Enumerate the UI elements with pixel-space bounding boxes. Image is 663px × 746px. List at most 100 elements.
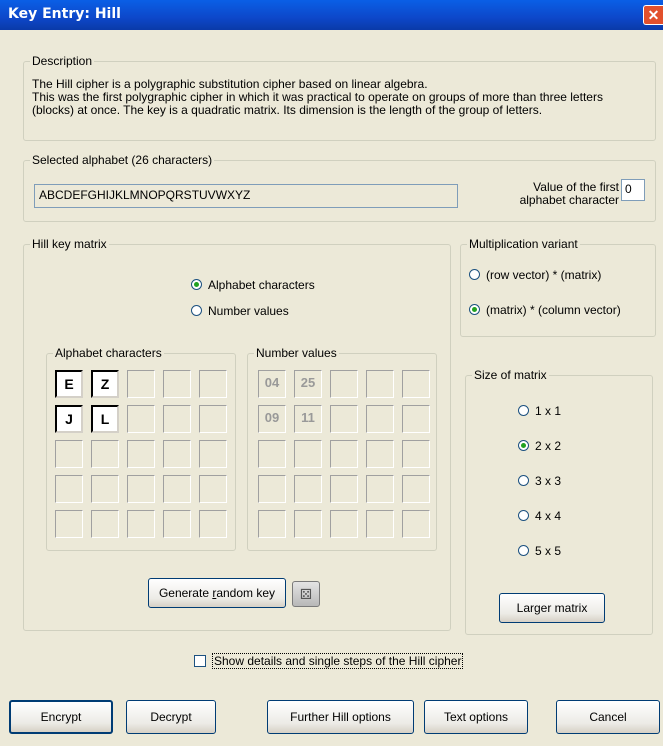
char-cell[interactable] <box>199 475 227 503</box>
char-cell[interactable] <box>127 440 155 468</box>
alphabet-group: Selected alphabet (26 characters) ABCDEF… <box>23 153 656 222</box>
radio-size-4x4[interactable]: 4 x 4 <box>518 509 561 523</box>
close-icon[interactable]: ✕ <box>643 5 663 25</box>
char-cell[interactable] <box>91 510 119 538</box>
dice-icon[interactable]: ⚄ <box>292 581 320 607</box>
further-options-button[interactable]: Further Hill options <box>267 700 414 734</box>
radio-button[interactable] <box>518 475 529 486</box>
number-cell <box>258 510 286 538</box>
char-cell[interactable] <box>127 405 155 433</box>
multiplication-group: Multiplication variant (row vector) * (m… <box>460 237 656 337</box>
char-cell[interactable] <box>91 475 119 503</box>
char-cell[interactable] <box>55 510 83 538</box>
radio-size-2x2[interactable]: 2 x 2 <box>518 439 561 453</box>
radio-button[interactable] <box>518 510 529 521</box>
char-cell[interactable] <box>55 440 83 468</box>
radio-alphabet-characters[interactable]: Alphabet characters <box>191 278 315 292</box>
radio-button[interactable] <box>518 545 529 556</box>
number-cell <box>366 475 394 503</box>
char-cell[interactable]: J <box>55 405 83 433</box>
radio-button[interactable] <box>518 440 529 451</box>
radio-size-1x1[interactable]: 1 x 1 <box>518 404 561 418</box>
char-cell[interactable] <box>163 475 191 503</box>
multiplication-legend: Multiplication variant <box>467 237 580 251</box>
text-options-button[interactable]: Text options <box>424 700 528 734</box>
show-details-checkbox[interactable]: Show details and single steps of the Hil… <box>194 653 464 669</box>
show-details-label: Show details and single steps of the Hil… <box>212 653 464 669</box>
decrypt-button[interactable]: Decrypt <box>126 700 216 734</box>
char-cell[interactable] <box>127 370 155 398</box>
number-cell <box>366 510 394 538</box>
key-matrix-legend: Hill key matrix <box>30 237 109 251</box>
cancel-button[interactable]: Cancel <box>556 700 660 734</box>
number-cell: 04 <box>258 370 286 398</box>
radio-button[interactable] <box>469 269 480 280</box>
number-cell <box>330 370 358 398</box>
char-cell[interactable] <box>163 405 191 433</box>
number-cell <box>294 475 322 503</box>
char-cell[interactable] <box>127 510 155 538</box>
matrix-size-group: Size of matrix 1 x 1 2 x 2 3 x 3 4 x 4 5… <box>465 368 653 635</box>
number-cell: 25 <box>294 370 322 398</box>
number-cell <box>330 405 358 433</box>
number-cell <box>402 370 430 398</box>
number-cell <box>402 510 430 538</box>
number-cell <box>294 510 322 538</box>
generate-random-key-button[interactable]: Generate random key <box>148 578 286 608</box>
char-cell[interactable] <box>199 510 227 538</box>
number-cell <box>366 440 394 468</box>
char-cell[interactable]: L <box>91 405 119 433</box>
char-cell[interactable] <box>163 440 191 468</box>
char-cell[interactable] <box>199 440 227 468</box>
radio-button[interactable] <box>191 279 202 290</box>
radio-size-5x5[interactable]: 5 x 5 <box>518 544 561 558</box>
title-bar: Key Entry: Hill ✕ <box>0 0 663 30</box>
chars-matrix-legend: Alphabet characters <box>53 346 164 360</box>
radio-number-values[interactable]: Number values <box>191 304 289 318</box>
number-cell <box>330 510 358 538</box>
char-cell[interactable]: E <box>55 370 83 398</box>
number-cell <box>366 370 394 398</box>
radio-button[interactable] <box>518 405 529 416</box>
number-cell <box>402 475 430 503</box>
number-cell <box>294 440 322 468</box>
chars-matrix-group: Alphabet characters E Z J L <box>46 346 236 551</box>
alphabet-legend: Selected alphabet (26 characters) <box>30 153 215 167</box>
number-cell: 09 <box>258 405 286 433</box>
number-cell <box>258 475 286 503</box>
number-cell <box>330 440 358 468</box>
encrypt-button[interactable]: Encrypt <box>9 700 113 734</box>
radio-size-3x3[interactable]: 3 x 3 <box>518 474 561 488</box>
description-legend: Description <box>30 54 95 68</box>
number-cell <box>366 405 394 433</box>
char-cell[interactable] <box>199 405 227 433</box>
key-matrix-group: Hill key matrix Alphabet characters Numb… <box>23 237 451 631</box>
number-cell <box>258 440 286 468</box>
char-cell[interactable] <box>55 475 83 503</box>
char-cell[interactable] <box>127 475 155 503</box>
larger-matrix-button[interactable]: Larger matrix <box>499 593 605 623</box>
char-cell[interactable] <box>91 440 119 468</box>
char-cell[interactable] <box>163 370 191 398</box>
radio-button[interactable] <box>191 305 202 316</box>
checkbox[interactable] <box>194 655 206 667</box>
radio-matrix-column-vector[interactable]: (matrix) * (column vector) <box>469 303 621 317</box>
matrix-size-legend: Size of matrix <box>472 368 549 382</box>
numbers-matrix-group: Number values 04 25 09 11 <box>247 346 437 551</box>
window-title: Key Entry: Hill <box>8 6 121 22</box>
first-value-label: Value of the first alphabet character <box>519 180 619 207</box>
number-cell: 11 <box>294 405 322 433</box>
alphabet-field[interactable]: ABCDEFGHIJKLMNOPQRSTUVWXYZ <box>34 184 458 208</box>
char-cell[interactable] <box>163 510 191 538</box>
number-cell <box>330 475 358 503</box>
first-value-field[interactable]: 0 <box>621 179 645 201</box>
numbers-matrix-legend: Number values <box>254 346 339 360</box>
radio-row-vector-matrix[interactable]: (row vector) * (matrix) <box>469 268 601 282</box>
description-group: Description The Hill cipher is a polygra… <box>23 54 656 141</box>
description-text: The Hill cipher is a polygraphic substit… <box>32 77 603 117</box>
number-cell <box>402 440 430 468</box>
char-cell[interactable] <box>199 370 227 398</box>
radio-button[interactable] <box>469 304 480 315</box>
char-cell[interactable]: Z <box>91 370 119 398</box>
number-cell <box>402 405 430 433</box>
